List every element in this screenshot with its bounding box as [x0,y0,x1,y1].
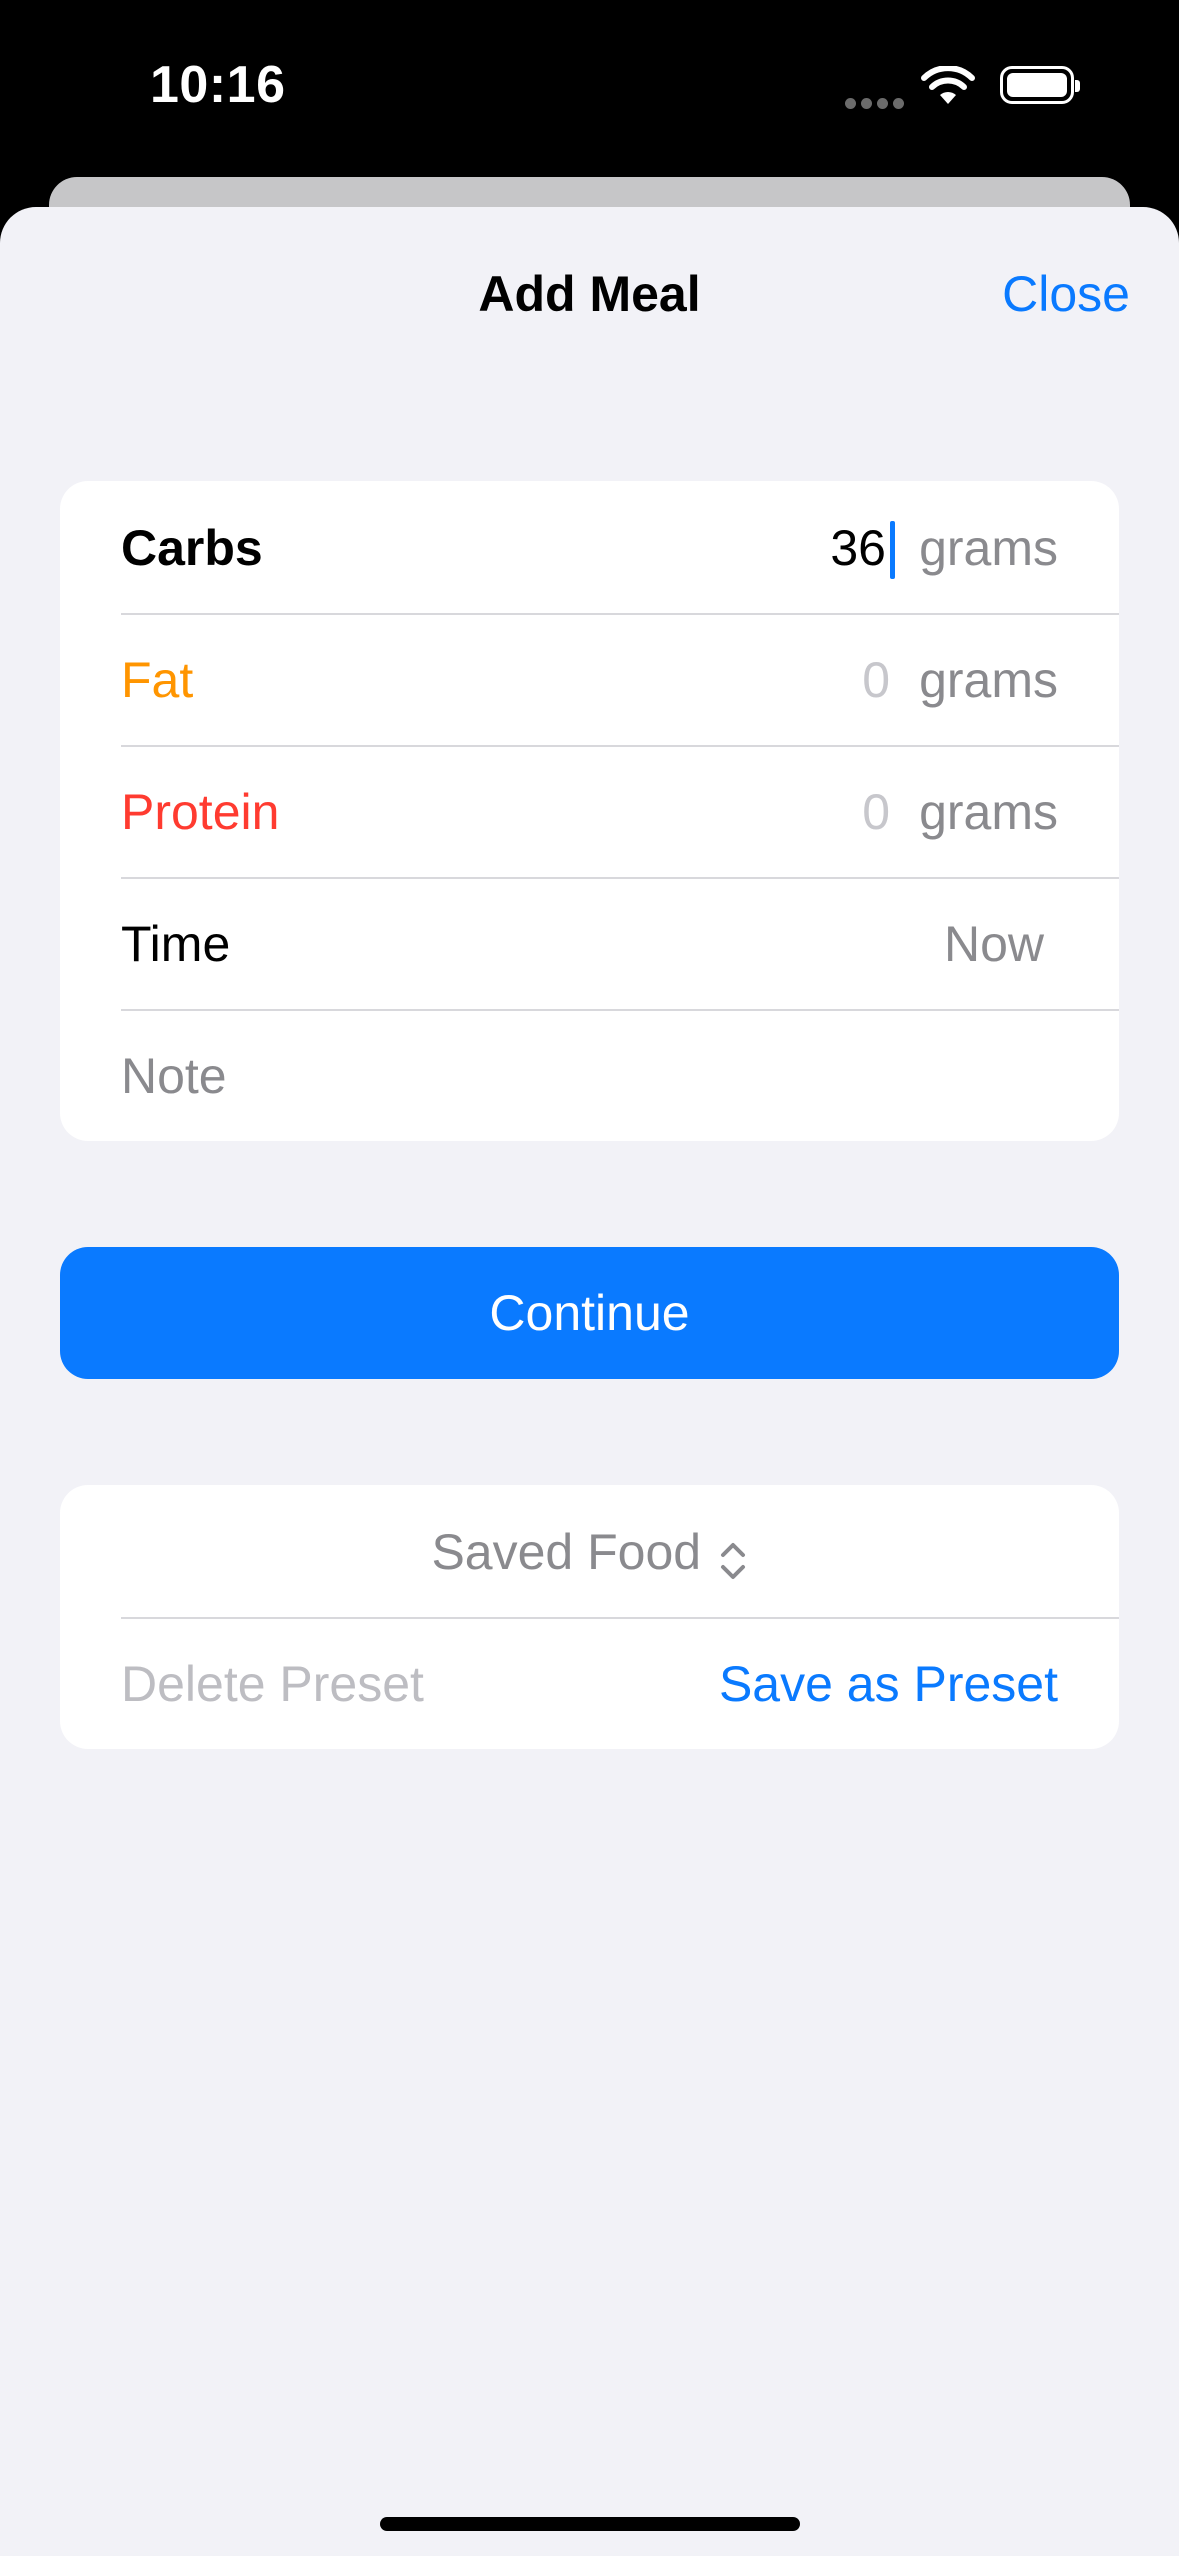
presets-group: Saved Food Delete Preset Save as Preset [60,1485,1119,1749]
note-field[interactable]: Note [121,1047,227,1105]
carbs-row[interactable]: Carbs 36 grams [60,481,1119,613]
time-value[interactable]: Now [944,915,1044,973]
fat-row[interactable]: Fat 0 grams [60,613,1119,745]
protein-label: Protein [121,784,280,840]
delete-preset-button[interactable]: Delete Preset [121,1655,424,1713]
carbs-label: Carbs [121,520,263,576]
protein-input[interactable]: 0 [862,783,890,841]
add-meal-sheet: Add Meal Close Carbs 36 grams Fat 0 gram… [0,207,1179,2556]
fat-unit: grams [919,652,1058,708]
meal-form: Carbs 36 grams Fat 0 grams Protein 0 gra… [60,481,1119,1141]
continue-button[interactable]: Continue [60,1247,1119,1379]
protein-unit: grams [919,784,1058,840]
wifi-icon [921,66,975,104]
time-row[interactable]: Time Now [60,877,1119,1009]
note-row[interactable]: Note [60,1009,1119,1141]
save-as-preset-button[interactable]: Save as Preset [719,1655,1058,1713]
saved-food-label: Saved Food [431,1524,702,1580]
battery-icon [1000,66,1080,104]
close-button[interactable]: Close [1002,265,1130,323]
fat-label: Fat [121,652,194,708]
carbs-input[interactable]: 36 [830,519,886,577]
cellular-signal-icon [845,96,909,114]
home-indicator[interactable] [380,2517,800,2531]
fat-input[interactable]: 0 [862,651,890,709]
status-bar: 10:16 [0,0,1179,170]
protein-row[interactable]: Protein 0 grams [60,745,1119,877]
chevron-up-down-icon [720,1542,745,1579]
saved-food-picker[interactable]: Saved Food [60,1485,1119,1617]
status-time: 10:16 [150,56,286,114]
text-cursor [890,521,895,579]
time-label: Time [121,916,231,972]
preset-actions-row: Delete Preset Save as Preset [60,1617,1119,1749]
carbs-unit: grams [919,520,1058,576]
